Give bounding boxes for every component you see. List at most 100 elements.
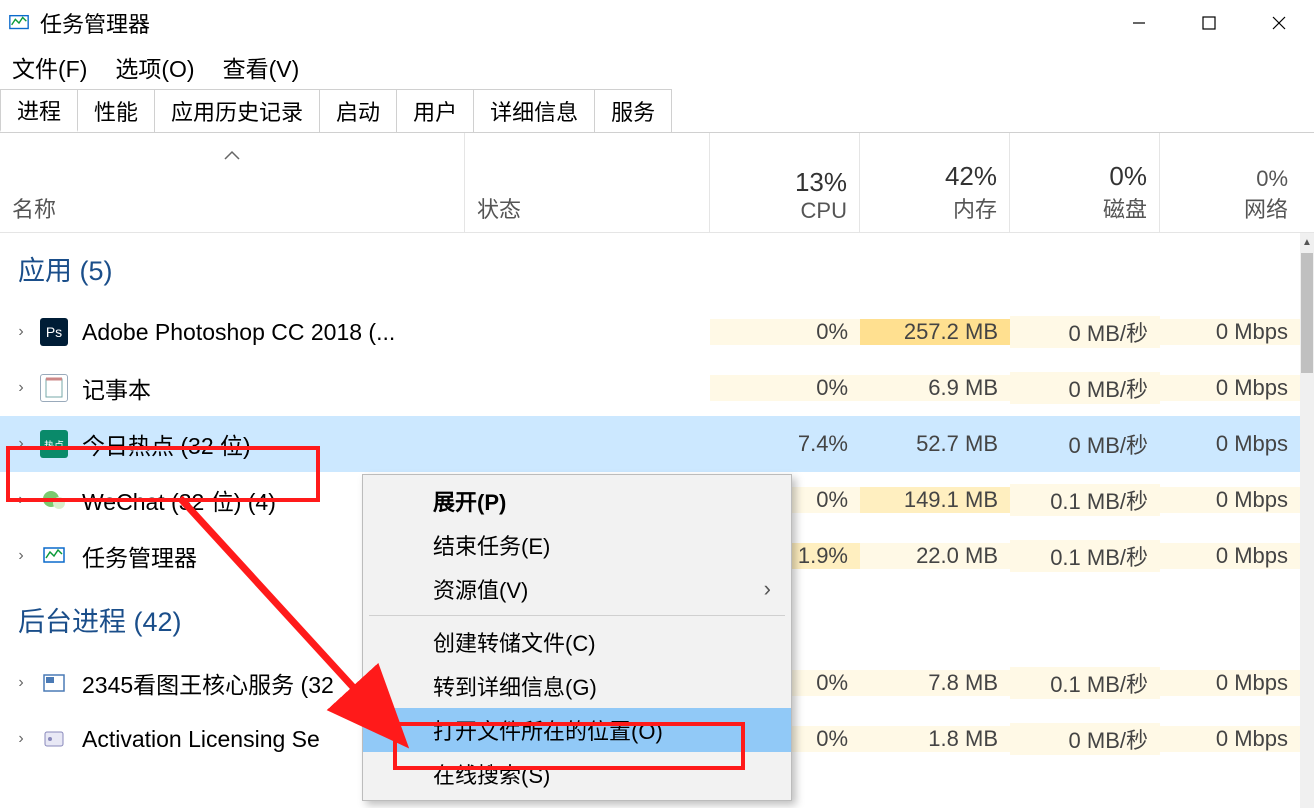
tab-processes[interactable]: 进程 bbox=[0, 89, 78, 132]
process-name: 记事本 bbox=[82, 371, 151, 405]
cm-search-online[interactable]: 在线搜索(S) bbox=[363, 752, 791, 796]
cpu-cell: 0% bbox=[710, 319, 860, 345]
group-apps[interactable]: 应用 (5) bbox=[0, 233, 1300, 304]
hotspot-icon: 热点 bbox=[40, 430, 68, 458]
expand-icon[interactable]: › bbox=[14, 323, 28, 341]
icon-text: Ps bbox=[46, 324, 62, 340]
header-name[interactable]: 名称 bbox=[0, 133, 465, 232]
net-cell: 0 Mbps bbox=[1160, 670, 1300, 696]
expand-icon[interactable]: › bbox=[14, 547, 28, 565]
process-name: 任务管理器 bbox=[82, 539, 197, 573]
mem-cell: 6.9 MB bbox=[860, 375, 1010, 401]
disk-label: 磁盘 bbox=[1103, 192, 1147, 224]
table-row[interactable]: › Ps Adobe Photoshop CC 2018 (... 0% 257… bbox=[0, 304, 1300, 360]
cm-label: 打开文件所在的位置(O) bbox=[433, 714, 663, 746]
tabs: 进程 性能 应用历史记录 启动 用户 详细信息 服务 bbox=[0, 89, 1314, 133]
network-percent: 0% bbox=[1256, 166, 1288, 192]
memory-label: 内存 bbox=[953, 192, 997, 224]
menu-options[interactable]: 选项(O) bbox=[115, 50, 194, 84]
net-cell: 0 Mbps bbox=[1160, 431, 1300, 457]
close-button[interactable] bbox=[1244, 0, 1314, 45]
cm-open-file-location[interactable]: 打开文件所在的位置(O) bbox=[363, 708, 791, 752]
photoshop-icon: Ps bbox=[40, 318, 68, 346]
header-disk[interactable]: 0% 磁盘 bbox=[1010, 133, 1160, 232]
header-name-label: 名称 bbox=[12, 192, 452, 224]
cm-end-task[interactable]: 结束任务(E) bbox=[363, 523, 791, 567]
header-status-label: 状态 bbox=[477, 192, 697, 224]
net-cell: 0 Mbps bbox=[1160, 319, 1300, 345]
licensing-icon bbox=[40, 725, 68, 753]
tab-details[interactable]: 详细信息 bbox=[473, 89, 595, 132]
cm-expand[interactable]: 展开(P) bbox=[363, 479, 791, 523]
expand-icon[interactable]: › bbox=[14, 730, 28, 748]
cm-separator bbox=[369, 615, 785, 616]
process-name: 今日热点 (32 位) bbox=[82, 427, 251, 461]
net-cell: 0 Mbps bbox=[1160, 726, 1300, 752]
tab-startup[interactable]: 启动 bbox=[319, 89, 397, 132]
notepad-icon bbox=[40, 374, 68, 402]
process-name: WeChat (32 位) (4) bbox=[82, 483, 276, 517]
cm-label: 转到详细信息(G) bbox=[433, 670, 597, 702]
icon-text: 热点 bbox=[44, 437, 64, 452]
disk-cell: 0.1 MB/秒 bbox=[1010, 484, 1160, 516]
expand-icon[interactable]: › bbox=[14, 435, 28, 453]
expand-icon[interactable]: › bbox=[14, 379, 28, 397]
tab-performance[interactable]: 性能 bbox=[77, 89, 155, 132]
cpu-percent: 13% bbox=[795, 167, 847, 198]
cm-label: 展开(P) bbox=[433, 485, 506, 517]
table-row[interactable]: › 记事本 0% 6.9 MB 0 MB/秒 0 Mbps bbox=[0, 360, 1300, 416]
header-cpu[interactable]: 13% CPU bbox=[710, 133, 860, 232]
cm-label: 结束任务(E) bbox=[433, 529, 550, 561]
disk-cell: 0.1 MB/秒 bbox=[1010, 540, 1160, 572]
mem-cell: 22.0 MB bbox=[860, 543, 1010, 569]
tab-users[interactable]: 用户 bbox=[396, 89, 474, 132]
expand-icon[interactable]: › bbox=[14, 674, 28, 692]
mem-cell: 1.8 MB bbox=[860, 726, 1010, 752]
disk-cell: 0 MB/秒 bbox=[1010, 372, 1160, 404]
cm-create-dump[interactable]: 创建转储文件(C) bbox=[363, 620, 791, 664]
cpu-cell: 0% bbox=[710, 375, 860, 401]
expand-icon[interactable]: › bbox=[14, 491, 28, 509]
menu-file[interactable]: 文件(F) bbox=[12, 50, 87, 84]
cm-go-to-details[interactable]: 转到详细信息(G) bbox=[363, 664, 791, 708]
disk-cell: 0 MB/秒 bbox=[1010, 723, 1160, 755]
cm-label: 在线搜索(S) bbox=[433, 758, 550, 790]
cm-label: 创建转储文件(C) bbox=[433, 626, 596, 658]
sort-indicator-icon bbox=[223, 141, 241, 167]
disk-percent: 0% bbox=[1109, 161, 1147, 192]
process-name: 2345看图王核心服务 (32 bbox=[82, 666, 334, 700]
net-cell: 0 Mbps bbox=[1160, 375, 1300, 401]
image-viewer-icon bbox=[40, 669, 68, 697]
table-row-selected[interactable]: › 热点 今日热点 (32 位) 7.4% 52.7 MB 0 MB/秒 0 M… bbox=[0, 416, 1300, 472]
menubar: 文件(F) 选项(O) 查看(V) bbox=[0, 45, 1314, 89]
mem-cell: 52.7 MB bbox=[860, 431, 1010, 457]
menu-view[interactable]: 查看(V) bbox=[223, 50, 300, 84]
process-name: Activation Licensing Se bbox=[82, 726, 320, 753]
header-network[interactable]: 0% 网络 bbox=[1160, 133, 1300, 232]
window-title: 任务管理器 bbox=[40, 7, 150, 39]
header-status[interactable]: 状态 bbox=[465, 133, 710, 232]
submenu-arrow-icon: › bbox=[764, 576, 771, 602]
tab-app-history[interactable]: 应用历史记录 bbox=[154, 89, 320, 132]
cpu-cell: 7.4% bbox=[710, 431, 860, 457]
scrollbar-thumb[interactable] bbox=[1301, 253, 1313, 373]
cm-resource-values[interactable]: 资源值(V) › bbox=[363, 567, 791, 611]
context-menu: 展开(P) 结束任务(E) 资源值(V) › 创建转储文件(C) 转到详细信息(… bbox=[362, 474, 792, 801]
mem-cell: 7.8 MB bbox=[860, 670, 1010, 696]
header-memory[interactable]: 42% 内存 bbox=[860, 133, 1010, 232]
tab-services[interactable]: 服务 bbox=[594, 89, 672, 132]
maximize-button[interactable] bbox=[1174, 0, 1244, 45]
process-name: Adobe Photoshop CC 2018 (... bbox=[82, 319, 395, 346]
task-manager-icon bbox=[8, 12, 30, 34]
task-manager-proc-icon bbox=[40, 542, 68, 570]
disk-cell: 0.1 MB/秒 bbox=[1010, 667, 1160, 699]
memory-percent: 42% bbox=[945, 161, 997, 192]
vertical-scrollbar[interactable]: ▲ bbox=[1300, 233, 1314, 808]
cm-label: 资源值(V) bbox=[433, 573, 528, 605]
scroll-up-icon[interactable]: ▲ bbox=[1300, 233, 1314, 251]
network-label: 网络 bbox=[1244, 192, 1288, 224]
mem-cell: 257.2 MB bbox=[860, 319, 1010, 345]
disk-cell: 0 MB/秒 bbox=[1010, 316, 1160, 348]
minimize-button[interactable] bbox=[1104, 0, 1174, 45]
net-cell: 0 Mbps bbox=[1160, 543, 1300, 569]
